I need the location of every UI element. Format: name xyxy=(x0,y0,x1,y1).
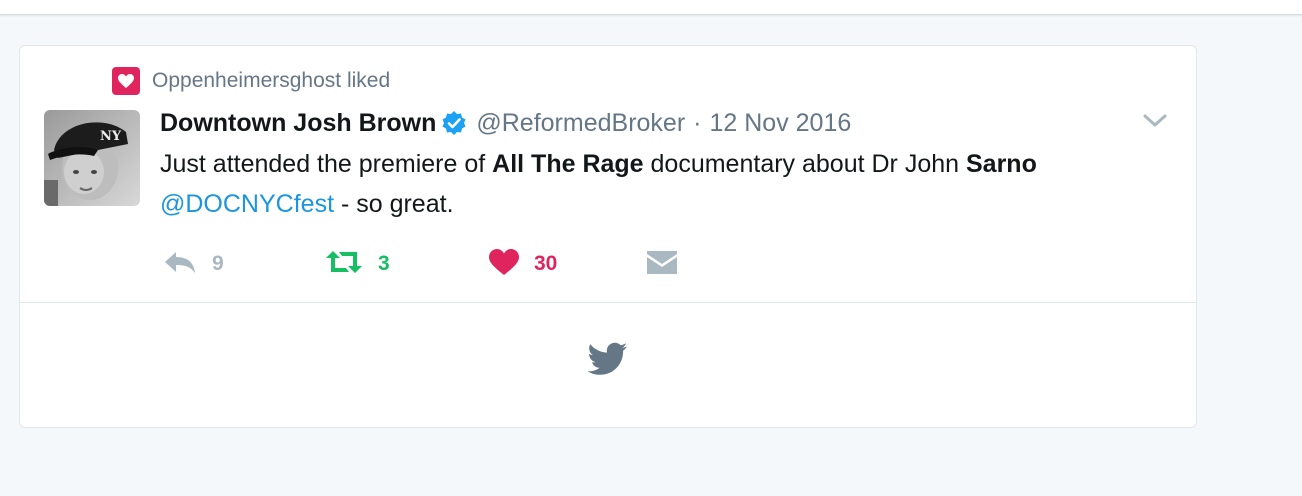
avatar[interactable]: NY xyxy=(44,110,140,206)
envelope-icon xyxy=(646,248,678,281)
tweet-date[interactable]: 12 Nov 2016 xyxy=(709,109,851,138)
like-button[interactable]: 30 xyxy=(488,246,557,282)
top-bar xyxy=(0,0,1302,15)
tweet-text-bold: Sarno xyxy=(965,150,1037,178)
author-name[interactable]: Downtown Josh Brown xyxy=(160,109,436,138)
chevron-down-icon[interactable] xyxy=(1142,110,1168,132)
social-context: Oppenheimersghost liked xyxy=(112,67,390,95)
tweet-text-part: - so great. xyxy=(334,190,454,218)
tweet-body: Downtown Josh Brown @ReformedBroker · 12… xyxy=(160,104,1150,224)
tweet-text-part: Just attended the premiere of xyxy=(160,150,493,178)
mention-link[interactable]: @DOCNYCfest xyxy=(160,190,334,218)
reply-button[interactable]: 9 xyxy=(162,246,224,282)
reply-icon xyxy=(162,248,198,281)
tweet-header: Downtown Josh Brown @ReformedBroker · 12… xyxy=(160,104,1150,142)
tweet-text-part: documentary about Dr John xyxy=(643,150,966,178)
tweet-actions: 9 3 30 xyxy=(162,246,762,282)
like-count: 30 xyxy=(534,252,558,275)
tweet-text: Just attended the premiere of All The Ra… xyxy=(160,144,1150,224)
heart-icon xyxy=(488,248,520,281)
twitter-bird-icon[interactable] xyxy=(587,342,628,376)
social-context-text[interactable]: Oppenheimersghost liked xyxy=(152,69,390,93)
heart-badge-icon xyxy=(112,67,140,95)
reply-count: 9 xyxy=(212,252,224,275)
verified-badge-icon xyxy=(440,109,468,137)
svg-text:NY: NY xyxy=(100,129,122,144)
retweet-icon xyxy=(324,248,364,281)
tweet-text-bold: All The Rage xyxy=(492,150,644,178)
retweet-button[interactable]: 3 xyxy=(324,246,390,282)
author-handle[interactable]: @ReformedBroker xyxy=(476,109,685,138)
card-divider xyxy=(20,302,1196,303)
retweet-count: 3 xyxy=(378,252,390,275)
direct-message-button[interactable] xyxy=(646,246,678,282)
tweet-card[interactable]: Oppenheimersghost liked NY Downtown Josh… xyxy=(19,45,1197,428)
separator-dot: · xyxy=(693,108,702,137)
